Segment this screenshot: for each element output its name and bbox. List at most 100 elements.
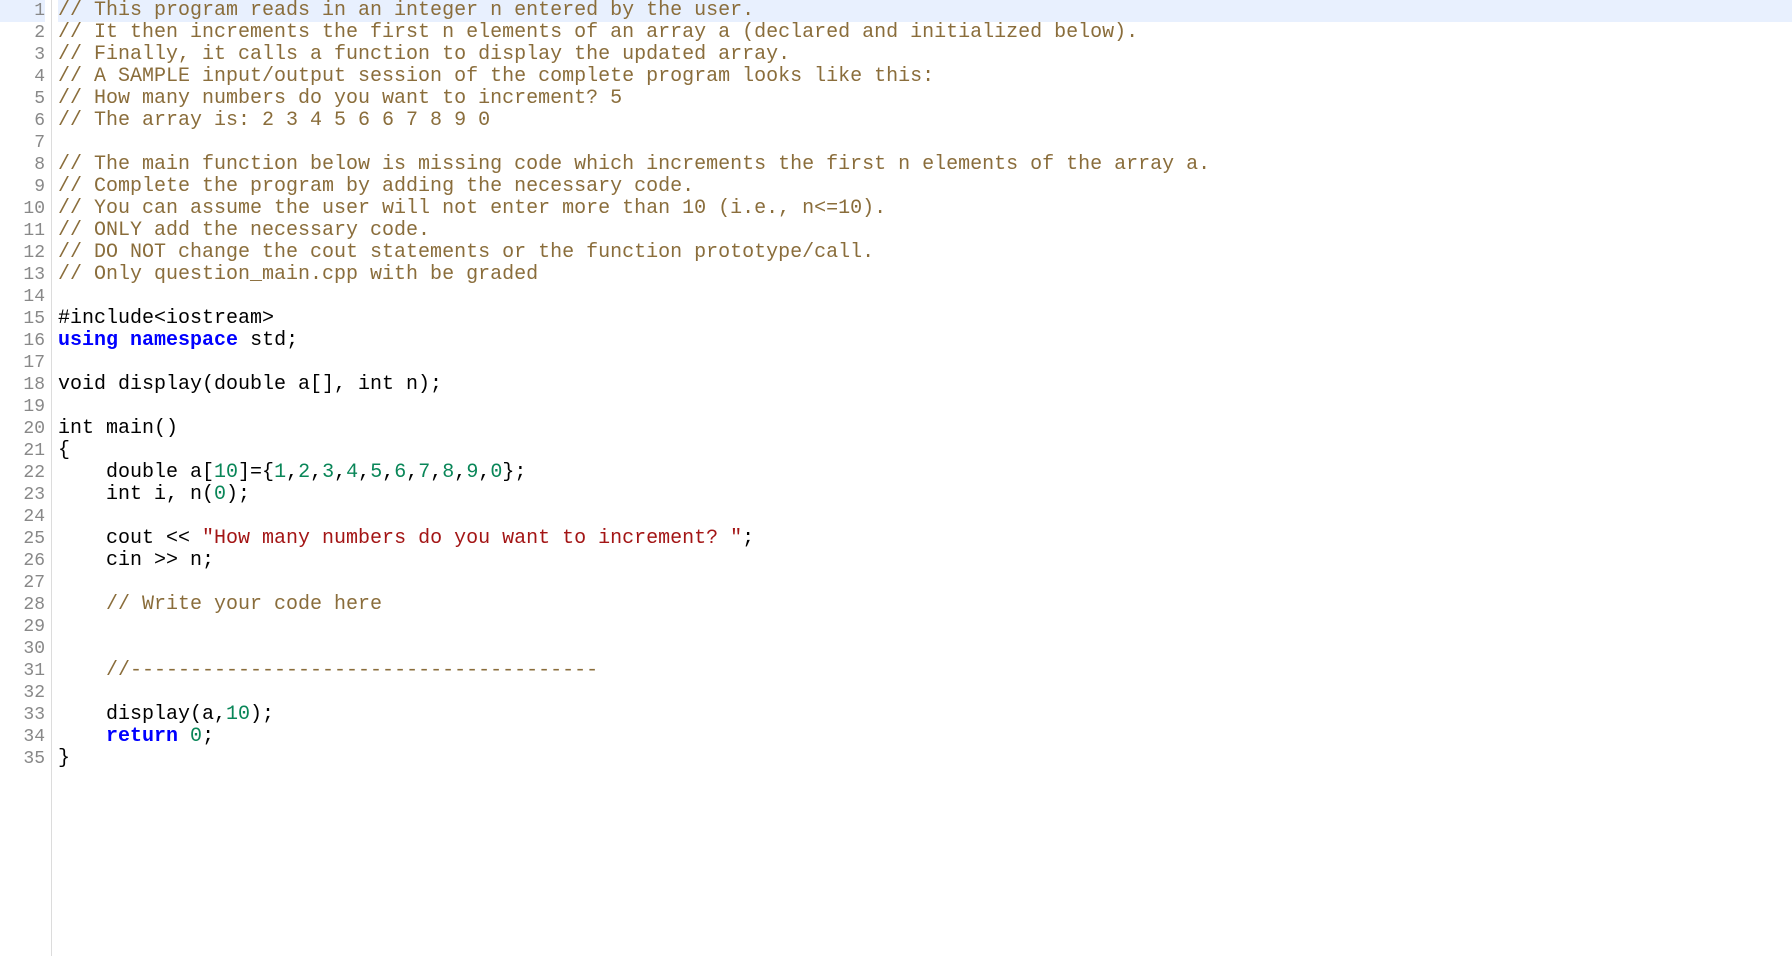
code-line[interactable]: int i, n(0); bbox=[58, 484, 1792, 506]
code-line[interactable]: { bbox=[58, 440, 1792, 462]
code-line[interactable] bbox=[58, 572, 1792, 594]
code-editor[interactable]: 1234567891011121314151617181920212223242… bbox=[0, 0, 1792, 956]
code-token: 1 bbox=[274, 461, 286, 484]
code-line[interactable]: int main() bbox=[58, 418, 1792, 440]
line-number: 17 bbox=[0, 352, 45, 374]
code-token: }; bbox=[502, 461, 526, 484]
line-number: 13 bbox=[0, 264, 45, 286]
code-line[interactable]: // The main function below is missing co… bbox=[58, 154, 1792, 176]
code-line[interactable]: // Only question_main.cpp with be graded bbox=[58, 264, 1792, 286]
line-number: 14 bbox=[0, 286, 45, 308]
code-token: , bbox=[406, 461, 418, 484]
line-number: 27 bbox=[0, 572, 45, 594]
code-line[interactable] bbox=[58, 506, 1792, 528]
code-line[interactable] bbox=[58, 132, 1792, 154]
code-line[interactable]: // ONLY add the necessary code. bbox=[58, 220, 1792, 242]
code-token: // Finally, it calls a function to displ… bbox=[58, 43, 790, 66]
code-token: ); bbox=[250, 703, 274, 726]
code-token: 9 bbox=[466, 461, 478, 484]
code-token: void display(double a[], int n); bbox=[58, 373, 442, 396]
code-line[interactable]: //--------------------------------------… bbox=[58, 660, 1792, 682]
code-token: // It then increments the first n elemen… bbox=[58, 21, 1138, 44]
code-line[interactable]: // A SAMPLE input/output session of the … bbox=[58, 66, 1792, 88]
line-number: 19 bbox=[0, 396, 45, 418]
code-line[interactable] bbox=[58, 638, 1792, 660]
code-line[interactable]: // This program reads in an integer n en… bbox=[58, 0, 1792, 22]
code-line[interactable] bbox=[58, 286, 1792, 308]
code-line[interactable]: // Finally, it calls a function to displ… bbox=[58, 44, 1792, 66]
code-token: "How many numbers do you want to increme… bbox=[202, 527, 742, 550]
line-number: 29 bbox=[0, 616, 45, 638]
code-line[interactable]: cin >> n; bbox=[58, 550, 1792, 572]
line-number: 31 bbox=[0, 660, 45, 682]
code-token: 0 bbox=[190, 725, 202, 748]
code-token: 0 bbox=[490, 461, 502, 484]
code-token: using bbox=[58, 329, 118, 352]
code-line[interactable]: display(a,10); bbox=[58, 704, 1792, 726]
code-token: // Only question_main.cpp with be graded bbox=[58, 263, 538, 286]
code-line[interactable]: // Complete the program by adding the ne… bbox=[58, 176, 1792, 198]
code-token: , bbox=[358, 461, 370, 484]
code-line[interactable]: // The array is: 2 3 4 5 6 6 7 8 9 0 bbox=[58, 110, 1792, 132]
line-number: 4 bbox=[0, 66, 45, 88]
code-token: ; bbox=[202, 725, 214, 748]
code-token: int main() bbox=[58, 417, 178, 440]
code-token: ); bbox=[226, 483, 250, 506]
line-number: 20 bbox=[0, 418, 45, 440]
line-number: 15 bbox=[0, 308, 45, 330]
code-token: 5 bbox=[370, 461, 382, 484]
code-line[interactable] bbox=[58, 616, 1792, 638]
code-token: , bbox=[454, 461, 466, 484]
line-number: 32 bbox=[0, 682, 45, 704]
code-line[interactable]: #include<iostream> bbox=[58, 308, 1792, 330]
line-number: 21 bbox=[0, 440, 45, 462]
line-number: 18 bbox=[0, 374, 45, 396]
line-number: 1 bbox=[0, 0, 45, 22]
code-line[interactable]: // How many numbers do you want to incre… bbox=[58, 88, 1792, 110]
line-number: 35 bbox=[0, 748, 45, 770]
code-line[interactable]: // Write your code here bbox=[58, 594, 1792, 616]
code-token: namespace bbox=[130, 329, 238, 352]
code-token: cout << bbox=[58, 527, 202, 550]
line-number-gutter: 1234567891011121314151617181920212223242… bbox=[0, 0, 52, 956]
code-line[interactable]: } bbox=[58, 748, 1792, 770]
code-token: , bbox=[334, 461, 346, 484]
code-line[interactable]: // It then increments the first n elemen… bbox=[58, 22, 1792, 44]
line-number: 7 bbox=[0, 132, 45, 154]
code-token: { bbox=[58, 439, 70, 462]
code-token: int i, n( bbox=[58, 483, 214, 506]
code-token: ; bbox=[742, 527, 754, 550]
line-number: 2 bbox=[0, 22, 45, 44]
code-token: 10 bbox=[214, 461, 238, 484]
code-line[interactable] bbox=[58, 396, 1792, 418]
line-number: 34 bbox=[0, 726, 45, 748]
code-token: // Complete the program by adding the ne… bbox=[58, 175, 694, 198]
code-line[interactable]: using namespace std; bbox=[58, 330, 1792, 352]
line-number: 11 bbox=[0, 220, 45, 242]
code-token: , bbox=[430, 461, 442, 484]
code-token: , bbox=[478, 461, 490, 484]
line-number: 26 bbox=[0, 550, 45, 572]
code-token: cin >> n; bbox=[58, 549, 214, 572]
code-token: 6 bbox=[394, 461, 406, 484]
code-line[interactable]: return 0; bbox=[58, 726, 1792, 748]
line-number: 9 bbox=[0, 176, 45, 198]
code-token bbox=[118, 329, 130, 352]
line-number: 10 bbox=[0, 198, 45, 220]
code-line[interactable]: cout << "How many numbers do you want to… bbox=[58, 528, 1792, 550]
code-token: // How many numbers do you want to incre… bbox=[58, 87, 622, 110]
code-line[interactable]: // DO NOT change the cout statements or … bbox=[58, 242, 1792, 264]
code-token: // You can assume the user will not ente… bbox=[58, 197, 886, 220]
code-line[interactable] bbox=[58, 352, 1792, 374]
line-number: 22 bbox=[0, 462, 45, 484]
code-token: // DO NOT change the cout statements or … bbox=[58, 241, 874, 264]
code-token: , bbox=[310, 461, 322, 484]
line-number: 28 bbox=[0, 594, 45, 616]
code-line[interactable]: double a[10]={1,2,3,4,5,6,7,8,9,0}; bbox=[58, 462, 1792, 484]
code-token bbox=[178, 725, 190, 748]
code-line[interactable]: // You can assume the user will not ente… bbox=[58, 198, 1792, 220]
code-line[interactable] bbox=[58, 682, 1792, 704]
code-line[interactable]: void display(double a[], int n); bbox=[58, 374, 1792, 396]
code-area[interactable]: // This program reads in an integer n en… bbox=[52, 0, 1792, 956]
code-token: 4 bbox=[346, 461, 358, 484]
